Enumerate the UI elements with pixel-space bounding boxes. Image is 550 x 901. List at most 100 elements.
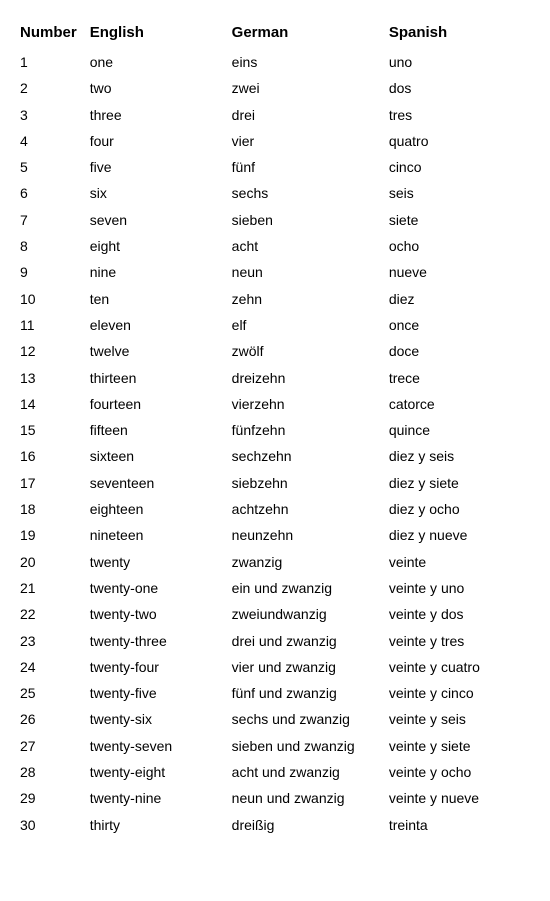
cell-spanish: diez xyxy=(383,286,540,312)
table-row: 19nineteenneunzehndiez y nueve xyxy=(10,522,540,548)
table-row: 8eightachtocho xyxy=(10,233,540,259)
cell-number: 17 xyxy=(10,470,84,496)
cell-german: zwei xyxy=(226,75,383,101)
table-row: 7sevensiebensiete xyxy=(10,207,540,233)
table-row: 6sixsechsseis xyxy=(10,180,540,206)
cell-number: 26 xyxy=(10,706,84,732)
cell-spanish: once xyxy=(383,312,540,338)
table-row: 12twelvezwölfdoce xyxy=(10,338,540,364)
cell-english: six xyxy=(84,180,226,206)
table-row: 15fifteenfünfzehnquince xyxy=(10,417,540,443)
cell-number: 19 xyxy=(10,522,84,548)
cell-english: fifteen xyxy=(84,417,226,443)
table-row: 25twenty-fivefünf und zwanzigveinte y ci… xyxy=(10,680,540,706)
table-row: 3threedreitres xyxy=(10,102,540,128)
cell-english: seven xyxy=(84,207,226,233)
header-number: Number xyxy=(10,20,84,49)
cell-german: drei xyxy=(226,102,383,128)
cell-german: fünf xyxy=(226,154,383,180)
cell-number: 23 xyxy=(10,628,84,654)
table-row: 22twenty-twozweiundwanzigveinte y dos xyxy=(10,601,540,627)
cell-spanish: veinte y cinco xyxy=(383,680,540,706)
cell-english: twenty-eight xyxy=(84,759,226,785)
cell-english: eleven xyxy=(84,312,226,338)
cell-german: zwanzig xyxy=(226,549,383,575)
cell-spanish: seis xyxy=(383,180,540,206)
cell-german: zehn xyxy=(226,286,383,312)
cell-number: 9 xyxy=(10,259,84,285)
table-row: 1oneeinsuno xyxy=(10,49,540,75)
table-row: 13thirteendreizehntrece xyxy=(10,365,540,391)
cell-german: dreizehn xyxy=(226,365,383,391)
cell-english: two xyxy=(84,75,226,101)
cell-spanish: treinta xyxy=(383,812,540,838)
cell-spanish: quatro xyxy=(383,128,540,154)
cell-english: twenty-nine xyxy=(84,785,226,811)
cell-german: achtzehn xyxy=(226,496,383,522)
cell-german: eins xyxy=(226,49,383,75)
table-row: 24twenty-fourvier und zwanzigveinte y cu… xyxy=(10,654,540,680)
cell-english: twenty-five xyxy=(84,680,226,706)
cell-german: acht xyxy=(226,233,383,259)
cell-german: vier und zwanzig xyxy=(226,654,383,680)
table-header-row: Number English German Spanish xyxy=(10,20,540,49)
table-row: 18eighteenachtzehndiez y ocho xyxy=(10,496,540,522)
table-row: 9nineneunnueve xyxy=(10,259,540,285)
table-row: 5fivefünfcinco xyxy=(10,154,540,180)
table-row: 26twenty-sixsechs und zwanzigveinte y se… xyxy=(10,706,540,732)
cell-english: five xyxy=(84,154,226,180)
cell-german: sechs xyxy=(226,180,383,206)
table-row: 17seventeensiebzehndiez y siete xyxy=(10,470,540,496)
cell-number: 30 xyxy=(10,812,84,838)
cell-number: 14 xyxy=(10,391,84,417)
numbers-table: Number English German Spanish 1oneeinsun… xyxy=(10,20,540,838)
cell-english: twenty-three xyxy=(84,628,226,654)
table-row: 23twenty-threedrei und zwanzigveinte y t… xyxy=(10,628,540,654)
cell-english: twenty xyxy=(84,549,226,575)
cell-spanish: cinco xyxy=(383,154,540,180)
cell-german: vierzehn xyxy=(226,391,383,417)
cell-english: thirty xyxy=(84,812,226,838)
cell-spanish: tres xyxy=(383,102,540,128)
cell-english: fourteen xyxy=(84,391,226,417)
cell-number: 18 xyxy=(10,496,84,522)
cell-number: 4 xyxy=(10,128,84,154)
cell-english: one xyxy=(84,49,226,75)
cell-spanish: diez y nueve xyxy=(383,522,540,548)
cell-spanish: veinte y siete xyxy=(383,733,540,759)
cell-english: three xyxy=(84,102,226,128)
cell-german: neun und zwanzig xyxy=(226,785,383,811)
cell-spanish: doce xyxy=(383,338,540,364)
cell-german: acht und zwanzig xyxy=(226,759,383,785)
table-row: 30thirtydreißigtreinta xyxy=(10,812,540,838)
cell-english: nine xyxy=(84,259,226,285)
table-row: 28twenty-eightacht und zwanzigveinte y o… xyxy=(10,759,540,785)
cell-number: 21 xyxy=(10,575,84,601)
cell-english: eight xyxy=(84,233,226,259)
cell-german: elf xyxy=(226,312,383,338)
cell-english: twenty-two xyxy=(84,601,226,627)
cell-english: nineteen xyxy=(84,522,226,548)
cell-number: 6 xyxy=(10,180,84,206)
cell-spanish: diez y seis xyxy=(383,443,540,469)
cell-number: 20 xyxy=(10,549,84,575)
cell-german: siebzehn xyxy=(226,470,383,496)
cell-number: 24 xyxy=(10,654,84,680)
cell-number: 16 xyxy=(10,443,84,469)
cell-spanish: veinte y tres xyxy=(383,628,540,654)
cell-number: 15 xyxy=(10,417,84,443)
cell-german: vier xyxy=(226,128,383,154)
cell-german: zwölf xyxy=(226,338,383,364)
header-english: English xyxy=(84,20,226,49)
cell-spanish: veinte xyxy=(383,549,540,575)
cell-spanish: nueve xyxy=(383,259,540,285)
table-row: 20twentyzwanzigveinte xyxy=(10,549,540,575)
cell-spanish: veinte y cuatro xyxy=(383,654,540,680)
cell-spanish: catorce xyxy=(383,391,540,417)
cell-spanish: veinte y ocho xyxy=(383,759,540,785)
cell-english: eighteen xyxy=(84,496,226,522)
cell-german: zweiundwanzig xyxy=(226,601,383,627)
table-row: 14fourteenvierzehncatorce xyxy=(10,391,540,417)
cell-spanish: trece xyxy=(383,365,540,391)
cell-german: sieben und zwanzig xyxy=(226,733,383,759)
